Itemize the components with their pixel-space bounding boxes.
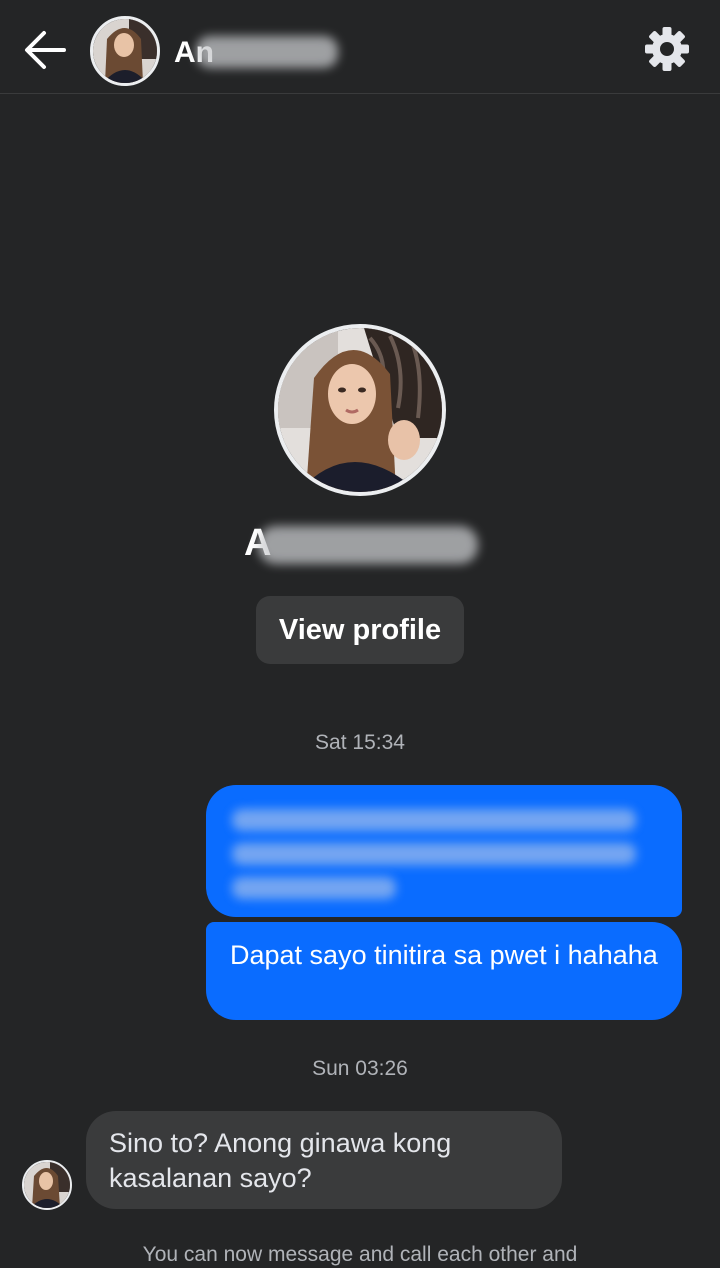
redacted-name [196, 36, 338, 68]
redacted-text-line [232, 877, 396, 899]
avatar-photo [24, 1162, 70, 1208]
redacted-text-line [232, 809, 636, 831]
chat-header: An [0, 0, 720, 94]
chat-screen: An View profile Sat 15:34 Dapat sayo tin… [0, 0, 720, 1268]
info-note: You can now message and call each other … [142, 1243, 578, 1266]
outgoing-message[interactable]: Dapat sayo tinitira sa pwet i hahaha [206, 922, 682, 1020]
arrow-left-icon [25, 31, 66, 69]
back-button[interactable] [22, 28, 68, 72]
incoming-message[interactable]: Sino to? Anong ginawa kong kasalanan say… [86, 1111, 562, 1209]
profile-photo [278, 328, 442, 492]
view-profile-button[interactable]: View profile [256, 596, 464, 664]
redacted-text-line [232, 843, 636, 865]
profile-name-area: A [244, 522, 480, 566]
redacted-profile-name [258, 526, 478, 564]
sender-avatar[interactable] [22, 1160, 72, 1210]
timestamp: Sat 15:34 [315, 731, 405, 754]
profile-avatar[interactable] [274, 324, 446, 496]
avatar-photo [93, 19, 157, 83]
timestamp: Sun 03:26 [312, 1057, 408, 1080]
contact-avatar[interactable] [90, 16, 160, 86]
settings-button[interactable] [644, 26, 690, 72]
outgoing-message-redacted[interactable] [206, 785, 682, 917]
gear-icon [645, 27, 689, 71]
